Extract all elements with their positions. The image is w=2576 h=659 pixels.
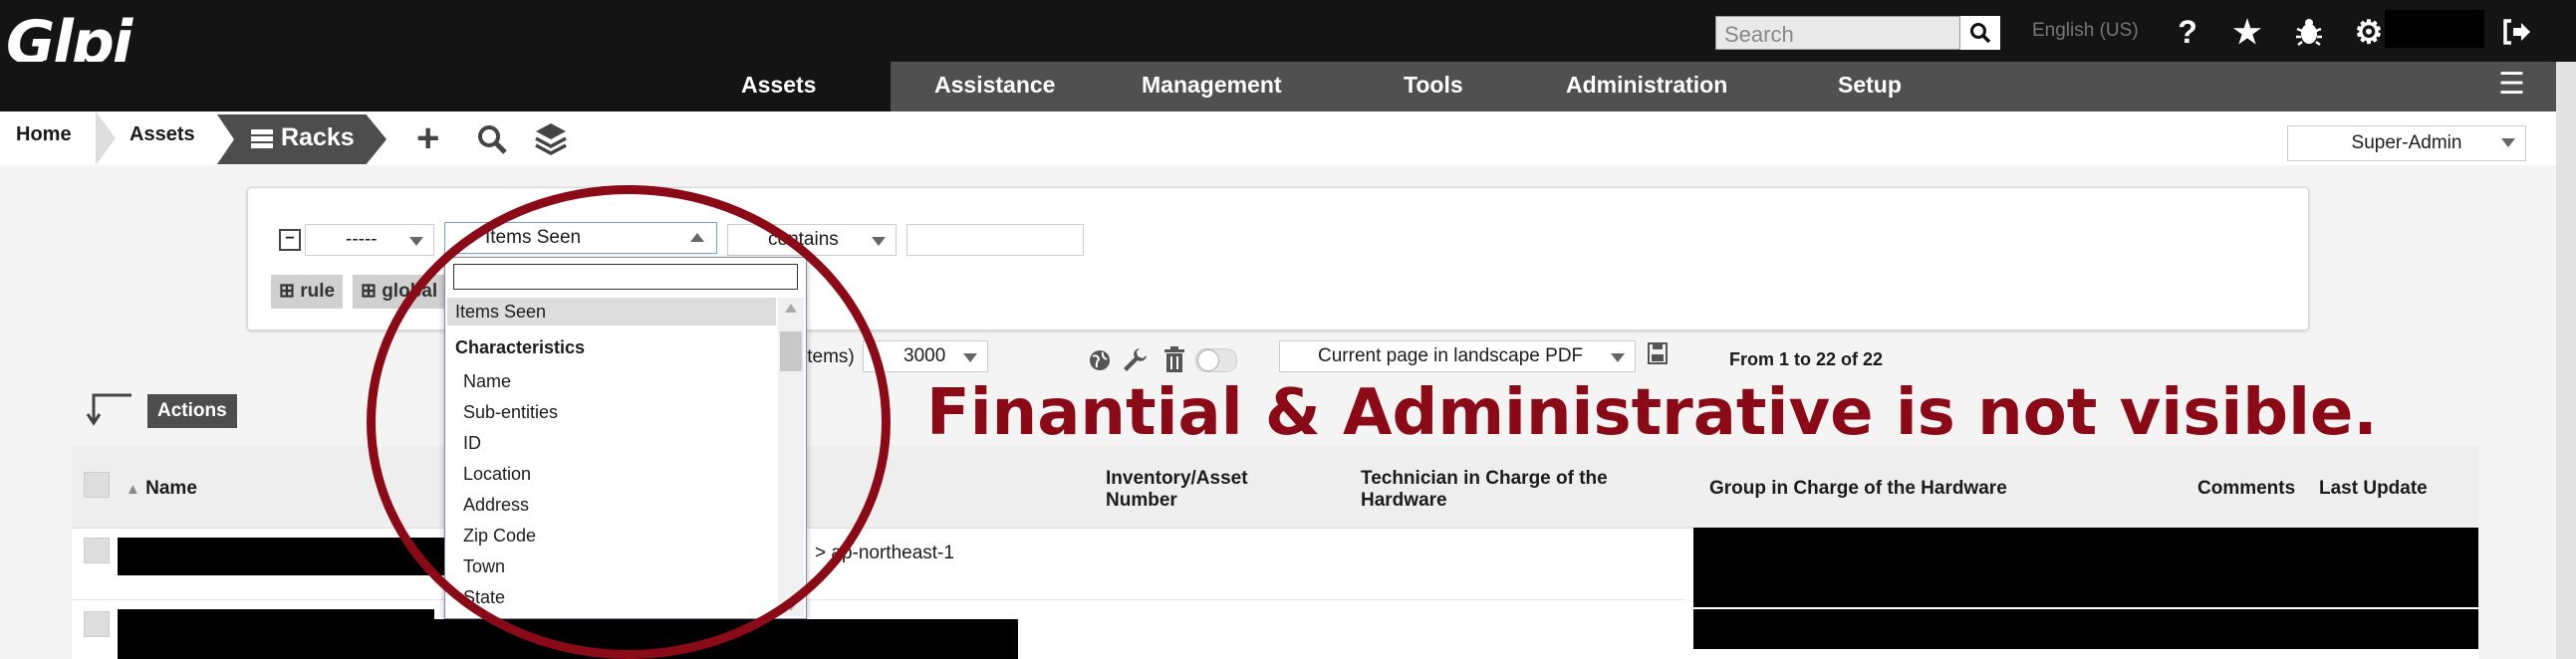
menu-administration[interactable]: Administration <box>1566 72 1727 99</box>
row-group-redacted <box>1693 528 2478 607</box>
pagination-info: From 1 to 22 of 22 <box>1729 349 1884 369</box>
profile-value: Super-Admin <box>2351 132 2462 153</box>
profile-selector[interactable]: Super-Admin <box>2287 125 2526 161</box>
row-name-redacted[interactable] <box>118 609 434 659</box>
user-name-redacted[interactable] <box>2385 10 2484 48</box>
global-search-input[interactable]: Search <box>1715 16 1960 50</box>
column-header-comments[interactable]: Comments <box>2197 478 2295 500</box>
breadcrumb-racks[interactable]: Racks <box>281 123 355 152</box>
menu-assets[interactable]: Assets <box>741 72 816 99</box>
column-header-group[interactable]: Group in Charge of the Hardware <box>1709 478 2007 500</box>
chevron-down-icon <box>963 353 977 362</box>
annotation-circle <box>367 185 891 659</box>
column-name-label: Name <box>145 478 197 499</box>
chevron-down-icon <box>872 237 886 246</box>
add-rule-button[interactable]: ⊞ rule <box>271 275 344 309</box>
menu-tools[interactable]: Tools <box>1404 72 1463 99</box>
language-selector[interactable]: English (US) <box>2032 20 2139 42</box>
add-icon[interactable]: + <box>416 118 439 158</box>
row-checkbox[interactable] <box>84 538 110 563</box>
export-save-icon[interactable] <box>1648 342 1668 364</box>
page-scrollbar[interactable] <box>2556 62 2576 659</box>
chevron-down-icon <box>409 237 423 246</box>
layers-icon[interactable] <box>534 121 568 155</box>
bug-icon[interactable] <box>2289 12 2329 52</box>
column-header-last-update[interactable]: Last Update <box>2319 478 2428 500</box>
breadcrumb-separator-icon <box>96 111 116 165</box>
column-header-name[interactable]: ▲ Name <box>126 478 197 501</box>
link-select-value: ----- <box>346 229 378 250</box>
rack-icon <box>251 129 273 148</box>
toggle-switch[interactable] <box>1195 348 1237 372</box>
export-format-select[interactable]: Current page in landscape PDF <box>1279 340 1636 372</box>
select-all-checkbox[interactable] <box>84 472 110 498</box>
menu-setup[interactable]: Setup <box>1838 72 1902 99</box>
select-arrow-icon <box>86 393 131 426</box>
globe-icon[interactable] <box>1088 348 1112 372</box>
breadcrumb-assets[interactable]: Assets <box>129 123 195 146</box>
gear-icon[interactable]: ⚙ <box>2349 12 2389 52</box>
search-list-icon[interactable] <box>476 123 508 155</box>
breadcrumb-home[interactable]: Home <box>16 123 72 146</box>
hamburger-menu-icon[interactable]: ☰ <box>2498 70 2528 100</box>
search-icon[interactable] <box>1960 16 2000 50</box>
column-header-inventory[interactable]: Inventory/Asset Number <box>1106 468 1315 512</box>
add-rule-label: rule <box>300 281 336 302</box>
plus-square-icon: ⊞ <box>279 281 295 302</box>
wrench-icon[interactable] <box>1122 346 1148 372</box>
collapse-criteria-icon[interactable]: − <box>279 229 301 251</box>
criteria-value-input[interactable] <box>906 224 1084 256</box>
chevron-down-icon <box>2501 138 2515 147</box>
star-icon[interactable]: ★ <box>2227 12 2267 52</box>
export-format-value: Current page in landscape PDF <box>1318 345 1584 366</box>
row-name-redacted[interactable] <box>118 538 446 575</box>
plus-square-icon: ⊞ <box>361 281 377 302</box>
link-select[interactable]: ----- <box>305 224 434 256</box>
trash-icon[interactable] <box>1163 346 1185 372</box>
chevron-down-icon <box>1611 353 1625 362</box>
row-group-redacted <box>1693 609 2478 649</box>
column-header-technician[interactable]: Technician in Charge of the Hardware <box>1361 468 1689 512</box>
row-checkbox[interactable] <box>84 611 110 637</box>
per-page-value: 3000 <box>903 345 946 366</box>
row-divider <box>72 599 1685 600</box>
actions-button[interactable]: Actions <box>147 394 237 428</box>
menu-management[interactable]: Management <box>1142 72 1282 99</box>
menu-assistance[interactable]: Assistance <box>934 72 1055 99</box>
logout-icon[interactable] <box>2496 12 2536 52</box>
annotation-text: Finantial & Administrative is not visibl… <box>926 376 2378 450</box>
help-icon[interactable]: ? <box>2168 12 2207 52</box>
